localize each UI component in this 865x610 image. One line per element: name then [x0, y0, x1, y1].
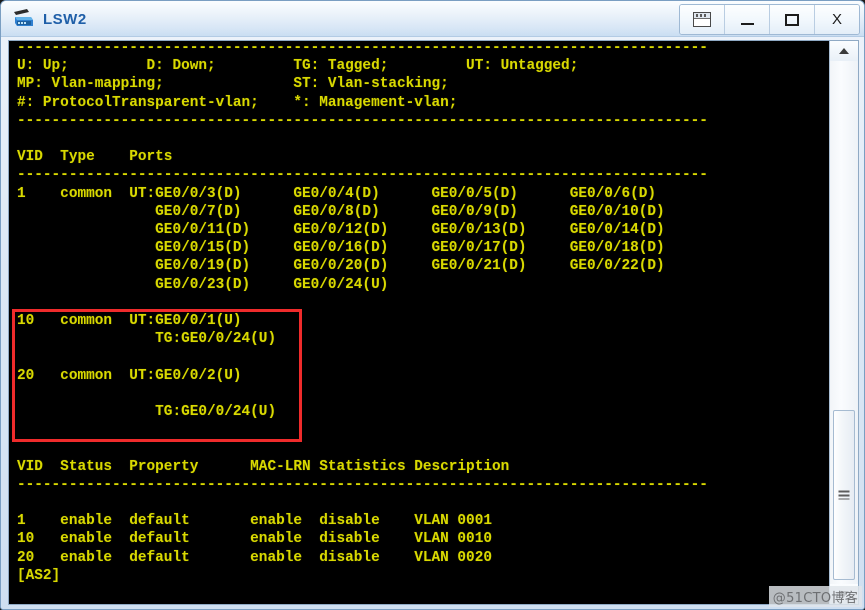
scroll-thumb[interactable]	[833, 410, 855, 580]
watermark: @51CTO博客	[768, 586, 862, 607]
window-controls: X	[679, 4, 860, 35]
terminal-console[interactable]: ----------------------------------------…	[9, 41, 829, 604]
title-bar-left: LSW2	[11, 5, 87, 33]
close-icon: X	[831, 11, 842, 28]
switch-icon	[11, 7, 37, 31]
window-title: LSW2	[43, 10, 87, 28]
close-button[interactable]: X	[815, 5, 859, 34]
minimize-button[interactable]	[725, 5, 770, 34]
terminal-output: ----------------------------------------…	[17, 41, 708, 584]
chevron-up-icon	[839, 48, 849, 54]
terminal-pane: ----------------------------------------…	[8, 40, 859, 605]
terminal-window: LSW2 X ---------------------------------…	[0, 0, 865, 610]
restore-icon	[693, 12, 711, 27]
title-bar: LSW2 X	[1, 1, 864, 37]
restore-list-button[interactable]	[680, 5, 725, 34]
scroll-up-arrow[interactable]	[830, 41, 858, 61]
scroll-grip-icon	[838, 490, 850, 500]
maximize-button[interactable]	[770, 5, 815, 34]
minimize-icon	[740, 22, 754, 25]
maximize-icon	[785, 13, 799, 26]
vertical-scrollbar[interactable]	[829, 41, 858, 604]
